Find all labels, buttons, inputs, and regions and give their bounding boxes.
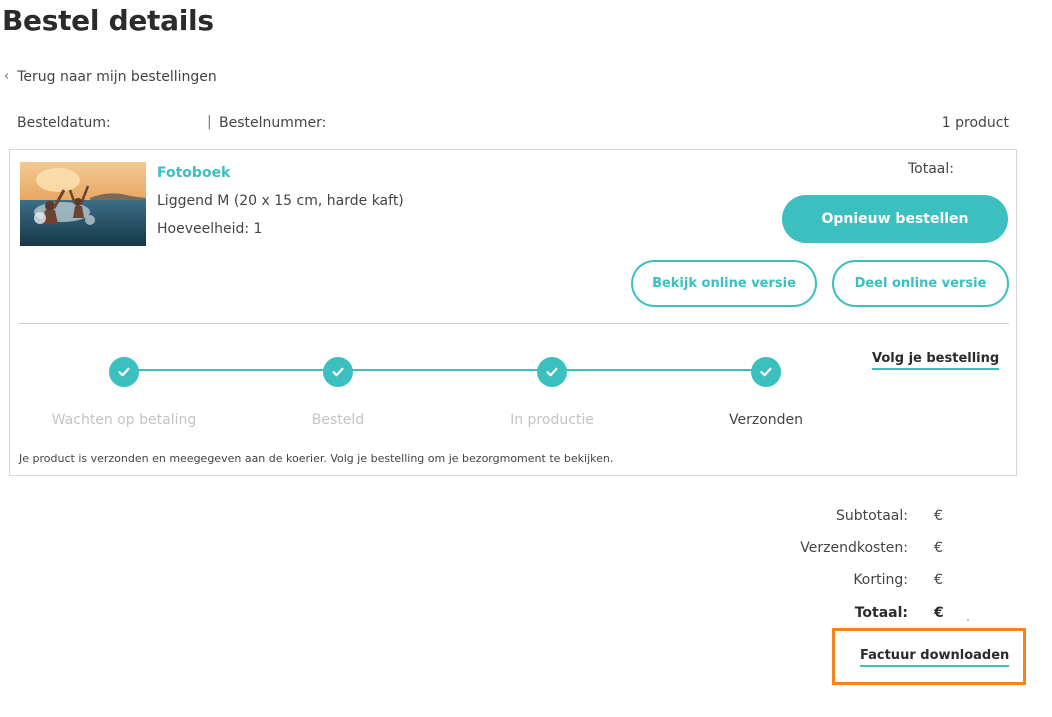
order-meta-row: Besteldatum: | Bestelnummer: 1 product	[17, 114, 1009, 135]
decorative-dot	[967, 619, 969, 621]
summary-label: Totaal:	[854, 605, 908, 621]
product-name-link[interactable]: Fotoboek	[157, 165, 230, 181]
step-label-in-production: In productie	[510, 412, 594, 428]
summary-currency: €	[934, 508, 943, 524]
page-title: Bestel details	[2, 4, 214, 37]
product-quantity: Hoeveelheid: 1	[157, 221, 263, 237]
share-online-button[interactable]: Deel online versie	[832, 260, 1009, 307]
reorder-button[interactable]: Opnieuw bestellen	[782, 195, 1008, 243]
summary-shipping-row: Verzendkosten: €	[760, 540, 960, 560]
track-order-link[interactable]: Volg je bestelling	[872, 351, 1000, 370]
product-thumbnail	[20, 162, 146, 246]
progress-line	[125, 369, 767, 371]
status-message: Je product is verzonden en meegegeven aa…	[19, 452, 614, 465]
meta-separator: |	[207, 114, 212, 130]
order-date-label: Besteldatum:	[17, 115, 111, 131]
step-check-icon	[537, 357, 567, 387]
product-count: 1 product	[941, 115, 1009, 131]
summary-label: Korting:	[853, 572, 908, 588]
card-divider	[18, 323, 1009, 324]
product-variant: Liggend M (20 x 15 cm, harde kaft)	[157, 193, 404, 209]
summary-total-row: Totaal: €	[760, 605, 960, 625]
order-number-label: Bestelnummer:	[219, 115, 327, 131]
step-label-ordered: Besteld	[311, 412, 365, 428]
summary-label: Subtotaal:	[836, 508, 908, 524]
summary-currency: €	[934, 540, 943, 556]
step-check-icon	[109, 357, 139, 387]
summary-currency: €	[934, 605, 944, 621]
step-check-icon	[751, 357, 781, 387]
summary-label: Verzendkosten:	[800, 540, 908, 556]
step-label-waiting-payment: Wachten op betaling	[51, 412, 197, 428]
back-to-orders-link[interactable]: ‹ Terug naar mijn bestellingen	[4, 69, 217, 85]
view-online-button[interactable]: Bekijk online versie	[631, 260, 817, 307]
product-total-label: Totaal:	[908, 161, 954, 177]
order-card: Fotoboek Liggend M (20 x 15 cm, harde ka…	[9, 149, 1017, 476]
step-label-shipped: Verzonden	[728, 412, 804, 428]
back-link-label: Terug naar mijn bestellingen	[17, 69, 217, 85]
summary-discount-row: Korting: €	[760, 572, 960, 592]
download-invoice-link[interactable]: Factuur downloaden	[860, 648, 1010, 667]
photo-image	[20, 162, 146, 246]
summary-currency: €	[934, 572, 943, 588]
step-check-icon	[323, 357, 353, 387]
summary-subtotal-row: Subtotaal: €	[760, 508, 960, 528]
chevron-left-icon: ‹	[4, 69, 10, 84]
